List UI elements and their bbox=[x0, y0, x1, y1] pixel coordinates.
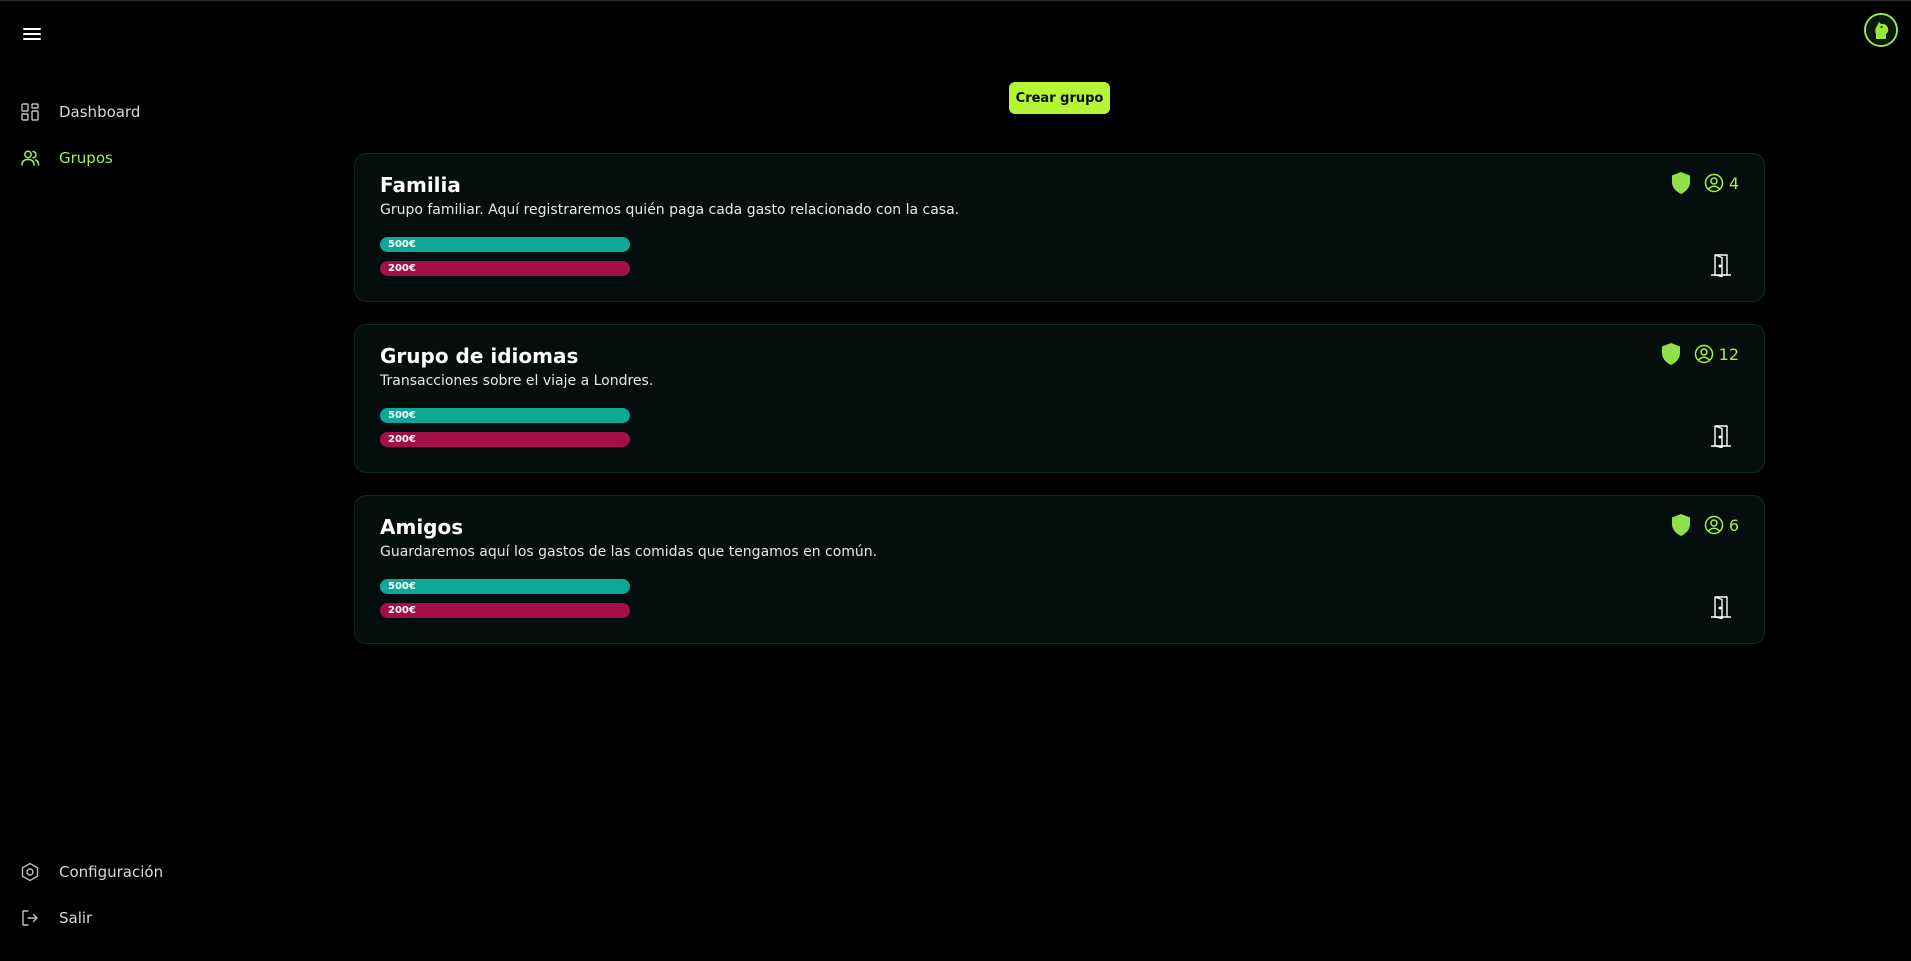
user-circle-icon bbox=[1704, 173, 1724, 193]
logout-icon bbox=[20, 908, 40, 928]
member-count: 12 bbox=[1718, 344, 1739, 364]
expense-bar: 200€ bbox=[380, 432, 630, 447]
group-title: Grupo de idiomas bbox=[380, 344, 579, 368]
create-group-button[interactable]: Crear grupo bbox=[1009, 82, 1110, 114]
group-description: Guardaremos aquí los gastos de las comid… bbox=[380, 544, 878, 560]
income-bar: 500€ bbox=[380, 237, 630, 252]
group-description: Grupo familiar. Aquí registraremos quién… bbox=[380, 202, 960, 218]
group-card[interactable]: Amigos Guardaremos aquí los gastos de la… bbox=[354, 495, 1765, 644]
expense-bar: 200€ bbox=[380, 261, 630, 276]
income-bar: 500€ bbox=[380, 408, 630, 423]
sidebar-item-label: Dashboard bbox=[59, 103, 141, 121]
sidebar-item-label: Configuración bbox=[59, 863, 164, 881]
sidebar-item-configuracion[interactable]: Configuración bbox=[20, 860, 163, 884]
shield-icon bbox=[1660, 342, 1682, 366]
user-avatar[interactable] bbox=[1864, 13, 1898, 47]
sidebar-item-salir[interactable]: Salir bbox=[20, 906, 92, 930]
group-card[interactable]: Grupo de idiomas Transacciones sobre el … bbox=[354, 324, 1765, 473]
user-circle-icon bbox=[1704, 515, 1724, 535]
user-circle-icon bbox=[1694, 344, 1714, 364]
group-description: Transacciones sobre el viaje a Londres. bbox=[380, 373, 654, 389]
hamburger-menu-icon[interactable] bbox=[20, 23, 44, 43]
expense-bar: 200€ bbox=[380, 603, 630, 618]
users-icon bbox=[20, 148, 40, 168]
app-root: Dashboard Grupos Configuración Salir Cre… bbox=[0, 0, 1911, 961]
group-meta: 6 bbox=[1670, 513, 1739, 537]
shield-icon bbox=[1670, 171, 1692, 195]
income-bar: 500€ bbox=[380, 579, 630, 594]
group-card[interactable]: Familia Grupo familiar. Aquí registrarem… bbox=[354, 153, 1765, 302]
shield-icon bbox=[1670, 513, 1692, 537]
sidebar-item-label: Grupos bbox=[59, 149, 113, 167]
member-count: 6 bbox=[1728, 515, 1739, 535]
member-count: 4 bbox=[1728, 173, 1739, 193]
group-title: Familia bbox=[380, 173, 461, 197]
group-title: Amigos bbox=[380, 515, 464, 539]
sidebar-item-label: Salir bbox=[59, 909, 93, 927]
group-meta: 12 bbox=[1660, 342, 1739, 366]
dashboard-grid-icon bbox=[20, 102, 40, 122]
leave-group-door-icon[interactable] bbox=[1710, 424, 1732, 448]
horse-knight-logo-icon bbox=[1866, 15, 1896, 45]
leave-group-door-icon[interactable] bbox=[1710, 595, 1732, 619]
group-meta: 4 bbox=[1670, 171, 1739, 195]
sidebar-item-dashboard[interactable]: Dashboard bbox=[20, 100, 140, 124]
leave-group-door-icon[interactable] bbox=[1710, 253, 1732, 277]
sidebar-item-grupos[interactable]: Grupos bbox=[20, 146, 113, 170]
settings-hexagon-icon bbox=[20, 862, 40, 882]
